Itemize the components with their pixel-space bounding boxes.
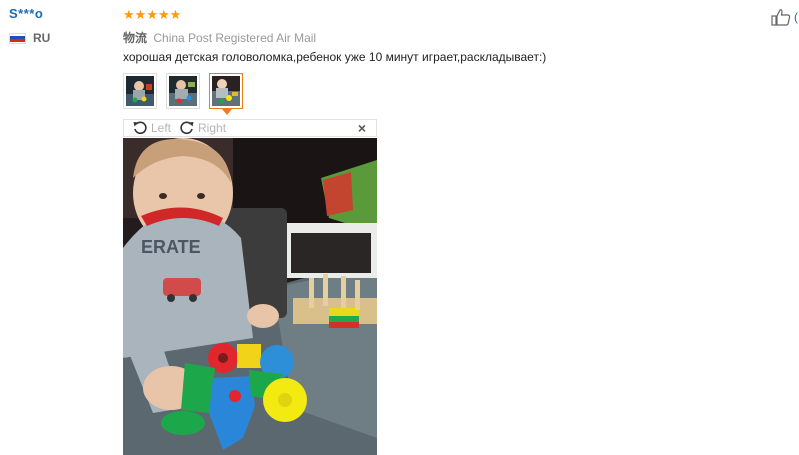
star-icon: ★	[157, 7, 170, 22]
rotate-left-label: Left	[151, 121, 172, 135]
shipping-method: China Post Registered Air Mail	[153, 31, 317, 45]
review-text: хорошая детская головоломка,ребенок уже …	[123, 50, 547, 64]
country: RU	[9, 31, 50, 45]
svg-text:ERATE: ERATE	[141, 237, 201, 257]
thumbnail-2[interactable]	[166, 73, 200, 109]
rotate-right-icon	[180, 121, 194, 135]
shipping-info: 物流 China Post Registered Air Mail	[123, 29, 316, 46]
thumbnail-image	[126, 76, 154, 106]
star-icon: ★	[123, 7, 135, 22]
thumbnail-image	[212, 76, 240, 106]
country-code: RU	[33, 31, 51, 45]
thumbnail-1[interactable]	[123, 73, 157, 109]
thumbs-up-icon	[771, 9, 791, 26]
thumbnail-3[interactable]	[209, 73, 243, 115]
rotate-left-button[interactable]: Left	[132, 120, 171, 136]
russia-flag-icon	[9, 32, 26, 44]
image-viewer-toolbar: Left Right ×	[123, 119, 377, 137]
like-count: (	[794, 10, 798, 24]
close-icon[interactable]: ×	[358, 120, 366, 136]
shipping-label: 物流	[123, 31, 148, 45]
like-button[interactable]: (	[771, 8, 798, 26]
rotate-right-button[interactable]: Right	[179, 120, 226, 136]
star-icon: ★	[169, 7, 182, 22]
star-icon: ★	[134, 7, 147, 22]
user-name[interactable]: S***o	[9, 6, 43, 21]
rotate-left-icon	[133, 121, 147, 135]
star-rating: ★ ★ ★ ★ ★	[123, 8, 181, 21]
rotate-right-label: Right	[198, 121, 227, 135]
thumbnail-image	[169, 76, 197, 106]
thumbnail-list	[123, 73, 252, 115]
star-icon: ★	[146, 7, 158, 22]
review-photo[interactable]: ERATE	[123, 138, 377, 455]
